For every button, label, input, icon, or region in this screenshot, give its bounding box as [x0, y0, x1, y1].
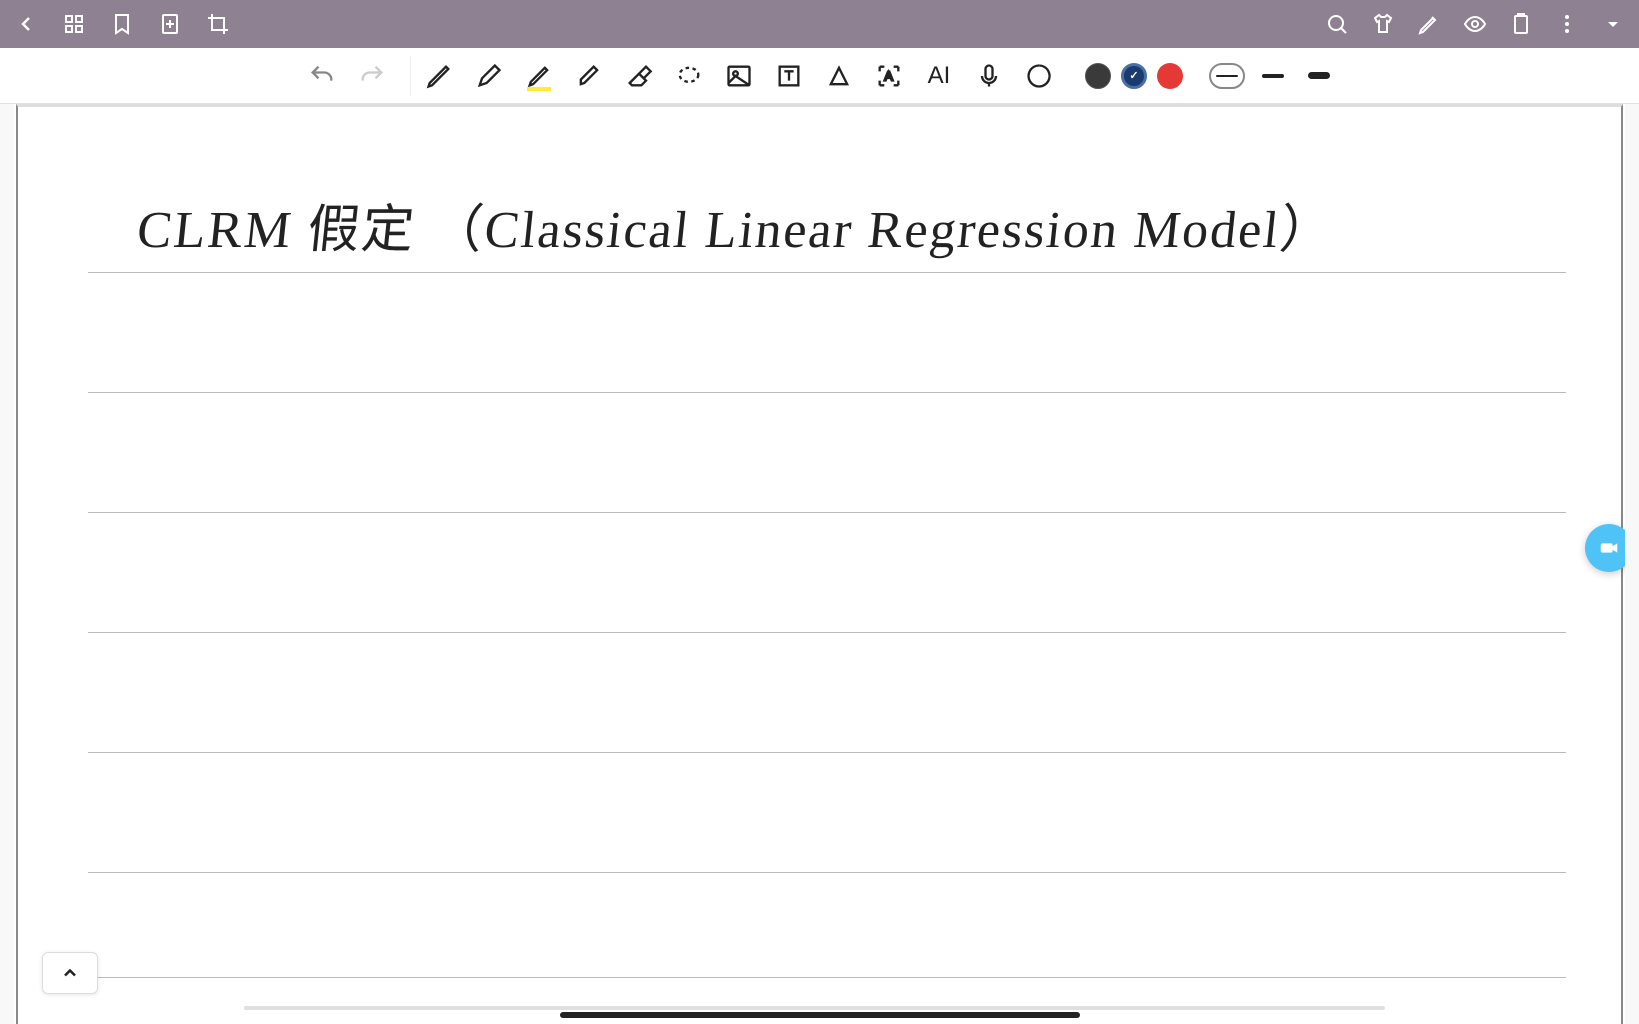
ruled-line [88, 632, 1566, 633]
gesture-bar [560, 1012, 1080, 1018]
ocr-tool[interactable]: A [869, 56, 909, 96]
note-canvas[interactable]: CLRM 假定 （Classical Linear Regression Mod… [0, 104, 1639, 1024]
color-red[interactable] [1157, 63, 1183, 89]
stroke-group [1201, 63, 1345, 89]
lasso-tool[interactable] [669, 56, 709, 96]
ai-label: AI [928, 62, 951, 90]
history-group [294, 56, 400, 96]
eraser-tool[interactable] [619, 56, 659, 96]
back-icon[interactable] [12, 10, 40, 38]
color-group [1077, 63, 1191, 89]
crop-icon[interactable] [204, 10, 232, 38]
scroll-track [244, 1006, 1385, 1010]
more-icon[interactable] [1553, 10, 1581, 38]
mic-tool[interactable] [969, 56, 1009, 96]
pencil-tool[interactable] [469, 56, 509, 96]
color-black[interactable] [1085, 63, 1111, 89]
shape-circle-tool[interactable] [1019, 56, 1059, 96]
marker-tool[interactable] [569, 56, 609, 96]
shape-tool[interactable] [819, 56, 859, 96]
svg-text:A: A [884, 68, 893, 83]
color-navy[interactable] [1121, 63, 1147, 89]
dropdown-icon[interactable] [1599, 10, 1627, 38]
camera-float-button[interactable] [1585, 524, 1633, 572]
image-tool[interactable] [719, 56, 759, 96]
highlighter-tool[interactable] [519, 56, 559, 96]
handwritten-title: CLRM 假定 （Classical Linear Regression Mod… [134, 187, 1565, 262]
title-bar-right [1323, 10, 1627, 38]
eye-icon[interactable] [1461, 10, 1489, 38]
stroke-medium[interactable] [1255, 63, 1291, 89]
paste-icon[interactable] [1507, 10, 1535, 38]
pen-edit-icon[interactable] [1415, 10, 1443, 38]
ruled-line [88, 392, 1566, 393]
drawing-toolbar: A AI [0, 48, 1639, 104]
expand-button[interactable] [42, 952, 98, 994]
stroke-thick[interactable] [1301, 63, 1337, 89]
ai-tool[interactable]: AI [919, 56, 959, 96]
text-tool[interactable] [769, 56, 809, 96]
pen-tools-group: A AI [410, 56, 1067, 96]
apps-icon[interactable] [60, 10, 88, 38]
ruled-line [88, 977, 1566, 978]
ruled-line [88, 512, 1566, 513]
title-bar-left [12, 10, 232, 38]
stroke-thin[interactable] [1209, 63, 1245, 89]
bookmark-icon[interactable] [108, 10, 136, 38]
ruled-line [88, 272, 1566, 273]
note-page: CLRM 假定 （Classical Linear Regression Mod… [16, 104, 1623, 1024]
redo-button[interactable] [352, 56, 392, 96]
ruled-line [88, 872, 1566, 873]
t-shirt-icon[interactable] [1369, 10, 1397, 38]
pen-tool[interactable] [419, 56, 459, 96]
title-bar [0, 0, 1639, 48]
ruled-line [88, 752, 1566, 753]
undo-button[interactable] [302, 56, 342, 96]
add-page-icon[interactable] [156, 10, 184, 38]
search-icon[interactable] [1323, 10, 1351, 38]
